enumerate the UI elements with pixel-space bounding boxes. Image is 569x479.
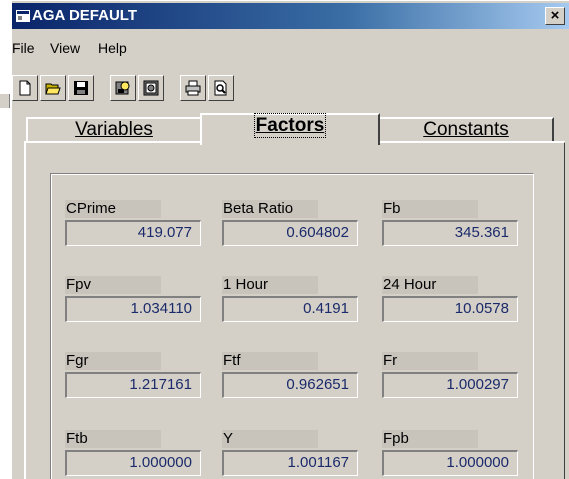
app-icon xyxy=(16,10,30,22)
factor-24-hour: 24 Hour 10.0578 xyxy=(382,276,522,326)
factor-value: 0.604802 xyxy=(222,220,358,246)
factor-fpb: Fpb 1.000000 xyxy=(382,430,522,479)
factor-y: Y 1.001167 xyxy=(222,430,362,479)
factor-value: 0.962651 xyxy=(222,372,358,398)
factor-value: 0.4191 xyxy=(222,296,358,322)
print-button[interactable] xyxy=(180,75,206,101)
save-icon xyxy=(74,81,88,95)
factor-label: Fr xyxy=(382,352,478,370)
save-button[interactable] xyxy=(68,75,94,101)
factor-value: 1.001167 xyxy=(222,450,358,476)
menu-view[interactable]: View xyxy=(50,40,80,56)
factor-label: Fgr xyxy=(65,352,161,370)
factor-1-hour: 1 Hour 0.4191 xyxy=(222,276,362,326)
desktop-background xyxy=(0,0,10,479)
tab-factors[interactable]: Factors xyxy=(200,113,380,145)
factor-cprime: CPrime 419.077 xyxy=(65,200,205,250)
new-icon xyxy=(19,80,31,96)
window-right-edge xyxy=(565,131,569,479)
factor-fgr: Fgr 1.217161 xyxy=(65,352,205,402)
print-preview-button[interactable] xyxy=(208,75,234,101)
factor-label: Fpb xyxy=(382,430,478,448)
toolbar xyxy=(12,75,272,107)
factor-value: 1.000297 xyxy=(382,372,518,398)
menu-file[interactable]: File xyxy=(12,40,35,56)
factor-value: 419.077 xyxy=(65,220,201,246)
factor-fr: Fr 1.000297 xyxy=(382,352,522,402)
factor-value: 1.034110 xyxy=(65,296,201,322)
factor-beta-ratio: Beta Ratio 0.604802 xyxy=(222,200,362,250)
menu-help[interactable]: Help xyxy=(98,40,127,56)
factor-value: 345.361 xyxy=(382,220,518,246)
print-icon xyxy=(185,80,201,96)
background-window-fragment xyxy=(0,94,10,108)
factor-value: 1.217161 xyxy=(65,372,201,398)
open-icon xyxy=(45,83,61,95)
open-button[interactable] xyxy=(40,75,66,101)
calculate-icon xyxy=(115,81,130,95)
tab-variables[interactable]: Variables xyxy=(26,117,202,143)
tab-variables-label: Variables xyxy=(75,119,153,140)
window-title: AGA DEFAULT xyxy=(32,7,137,24)
factor-label: Fpv xyxy=(65,276,161,294)
tab-factors-label: Factors xyxy=(253,113,327,138)
factor-label: Fb xyxy=(382,200,478,218)
factor-label: 1 Hour xyxy=(222,276,318,294)
factor-value: 1.000000 xyxy=(65,450,201,476)
tab-constants[interactable]: Constants xyxy=(378,117,554,143)
factor-value: 10.0578 xyxy=(382,296,518,322)
factor-ftb: Ftb 1.000000 xyxy=(65,430,205,479)
factor-ftf: Ftf 0.962651 xyxy=(222,352,362,402)
factor-fpv: Fpv 1.034110 xyxy=(65,276,205,326)
factor-label: CPrime xyxy=(65,200,161,218)
factor-fb: Fb 345.361 xyxy=(382,200,522,250)
close-button[interactable]: × xyxy=(545,7,565,25)
factor-label: Ftf xyxy=(222,352,318,370)
factors-group-box: CPrime 419.077 Beta Ratio 0.604802 Fb 34… xyxy=(50,173,534,479)
factor-label: 24 Hour xyxy=(382,276,478,294)
title-bar[interactable]: AGA DEFAULT × xyxy=(12,3,569,29)
calculate-button[interactable] xyxy=(110,75,136,101)
print-preview-icon xyxy=(214,80,227,96)
settings-button[interactable] xyxy=(138,75,164,101)
factor-label: Ftb xyxy=(65,430,161,448)
new-button[interactable] xyxy=(12,75,38,101)
factors-panel: CPrime 419.077 Beta Ratio 0.604802 Fb 34… xyxy=(24,141,566,479)
main-window: AGA DEFAULT × File View Help Variables F… xyxy=(10,0,569,479)
factor-value: 1.000000 xyxy=(382,450,518,476)
factor-label: Beta Ratio xyxy=(222,200,318,218)
factor-label: Y xyxy=(222,430,318,448)
tab-constants-label: Constants xyxy=(423,119,509,140)
settings-icon xyxy=(143,80,159,96)
